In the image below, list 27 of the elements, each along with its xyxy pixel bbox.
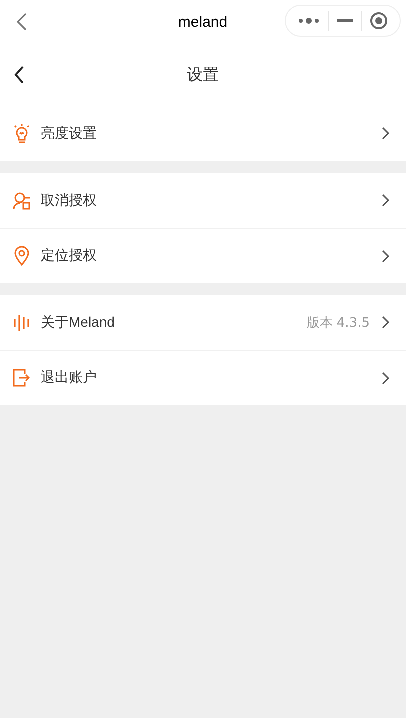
- settings-item[interactable]: 关于Meland 版本 4.3.5: [0, 295, 406, 350]
- back-icon[interactable]: [14, 66, 25, 84]
- version-text: 版本 4.3.5: [306, 314, 370, 332]
- more-icon[interactable]: [298, 16, 320, 26]
- minimize-icon[interactable]: [337, 19, 353, 23]
- lightbulb-icon: [12, 124, 32, 144]
- chevron-right-icon: [382, 127, 390, 140]
- item-label: 亮度设置: [41, 124, 98, 142]
- sound-bars-icon: [12, 314, 32, 332]
- chevron-right-icon: [382, 372, 390, 384]
- close-icon[interactable]: [370, 12, 388, 30]
- item-label: 退出账户: [41, 369, 98, 387]
- item-label: 关于Meland: [41, 314, 116, 332]
- location-pin-icon: [12, 246, 32, 266]
- chevron-right-icon: [382, 194, 390, 207]
- user-icon: [12, 192, 32, 210]
- settings-item[interactable]: 退出账户: [0, 350, 406, 405]
- page-title: 设置: [187, 64, 219, 86]
- chevron-right-icon: [382, 250, 390, 262]
- chevron-right-icon: [382, 316, 390, 329]
- settings-item[interactable]: 取消授权: [0, 173, 406, 228]
- settings-item[interactable]: 亮度设置: [0, 106, 406, 161]
- settings-item[interactable]: 定位授权: [0, 228, 406, 283]
- exit-icon: [12, 369, 32, 387]
- item-label: 定位授权: [41, 247, 98, 265]
- window-title: meland: [178, 14, 228, 30]
- item-label: 取消授权: [41, 192, 98, 210]
